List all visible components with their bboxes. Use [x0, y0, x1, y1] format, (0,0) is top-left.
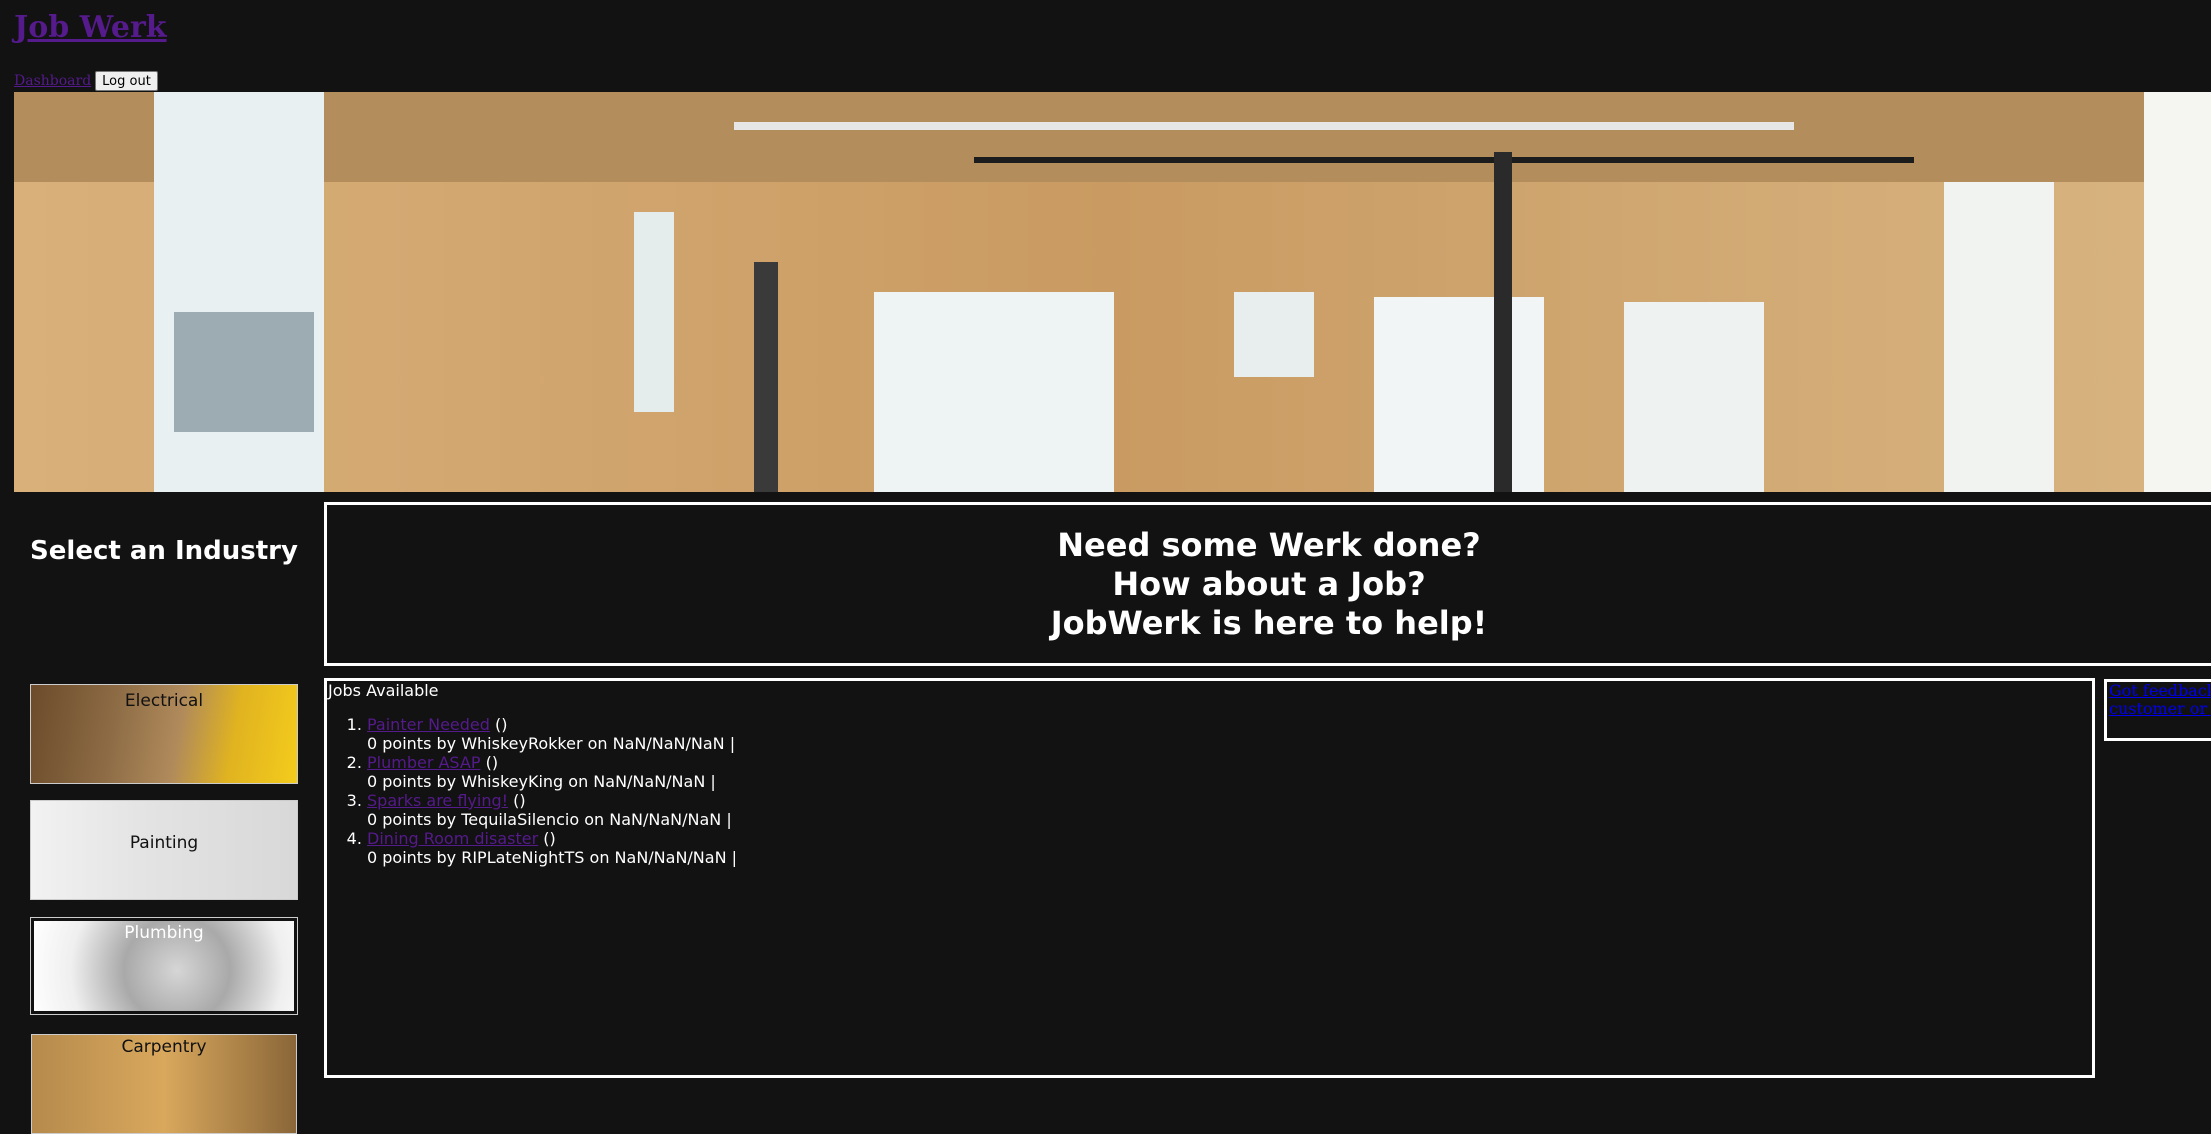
job-byline: 0 points by RIPLateNightTS on NaN/NaN/Na…	[367, 848, 738, 867]
jobs-panel: Jobs Available Painter Needed () 0 point…	[324, 678, 2095, 1078]
job-comment-count: ()	[489, 715, 508, 734]
job-byline: 0 points by WhiskeyKing on NaN/NaN/NaN |	[367, 772, 716, 791]
jobs-list: Painter Needed () 0 points by WhiskeyRok…	[327, 715, 737, 867]
industry-label-electrical: Electrical	[124, 691, 204, 711]
industry-label-painting: Painting	[129, 833, 199, 853]
job-item: Painter Needed () 0 points by WhiskeyRok…	[367, 715, 737, 753]
industry-label-plumbing: Plumbing	[124, 923, 204, 943]
top-nav: Dashboard Log out	[14, 70, 158, 92]
dashboard-link[interactable]: Dashboard	[14, 73, 91, 89]
job-link[interactable]: Sparks are flying!	[367, 791, 508, 810]
hero-message-line-3: JobWerk is here to help!	[1050, 603, 1488, 642]
feedback-box: Got feedback for a customer or worker?	[2104, 679, 2211, 741]
job-link[interactable]: Dining Room disaster	[367, 829, 538, 848]
feedback-link[interactable]: Got feedback for a customer or worker?	[2107, 682, 2211, 718]
job-byline: 0 points by TequilaSilencio on NaN/NaN/N…	[367, 810, 732, 829]
industry-card-carpentry[interactable]: Carpentry	[31, 1034, 297, 1134]
job-item: Dining Room disaster () 0 points by RIPL…	[367, 829, 737, 867]
jobs-heading: Jobs Available	[328, 681, 439, 700]
job-byline: 0 points by WhiskeyRokker on NaN/NaN/NaN…	[367, 734, 736, 753]
job-comment-count: ()	[538, 829, 556, 848]
industry-card-electrical[interactable]: Electrical	[30, 684, 298, 784]
hero-message: Need some Werk done? How about a Job? Jo…	[324, 502, 2211, 666]
job-item: Plumber ASAP () 0 points by WhiskeyKing …	[367, 753, 737, 791]
hero-message-line-2: How about a Job?	[1112, 564, 1426, 603]
job-comment-count: ()	[508, 791, 526, 810]
industry-card-plumbing[interactable]: Plumbing	[30, 917, 298, 1015]
hero-message-line-1: Need some Werk done?	[1057, 525, 1481, 564]
job-item: Sparks are flying! () 0 points by Tequil…	[367, 791, 737, 829]
job-comment-count: ()	[480, 753, 499, 772]
hero-image	[14, 92, 2211, 492]
site-title: Job Werk	[14, 10, 167, 45]
site-title-link[interactable]: Job Werk	[14, 10, 167, 45]
sidebar-title: Select an Industry	[30, 536, 298, 566]
logout-button[interactable]: Log out	[95, 71, 158, 91]
industry-label-carpentry: Carpentry	[121, 1037, 207, 1057]
job-link[interactable]: Plumber ASAP	[367, 753, 480, 772]
job-link[interactable]: Painter Needed	[367, 715, 490, 734]
industry-card-painting[interactable]: Painting	[30, 800, 298, 900]
